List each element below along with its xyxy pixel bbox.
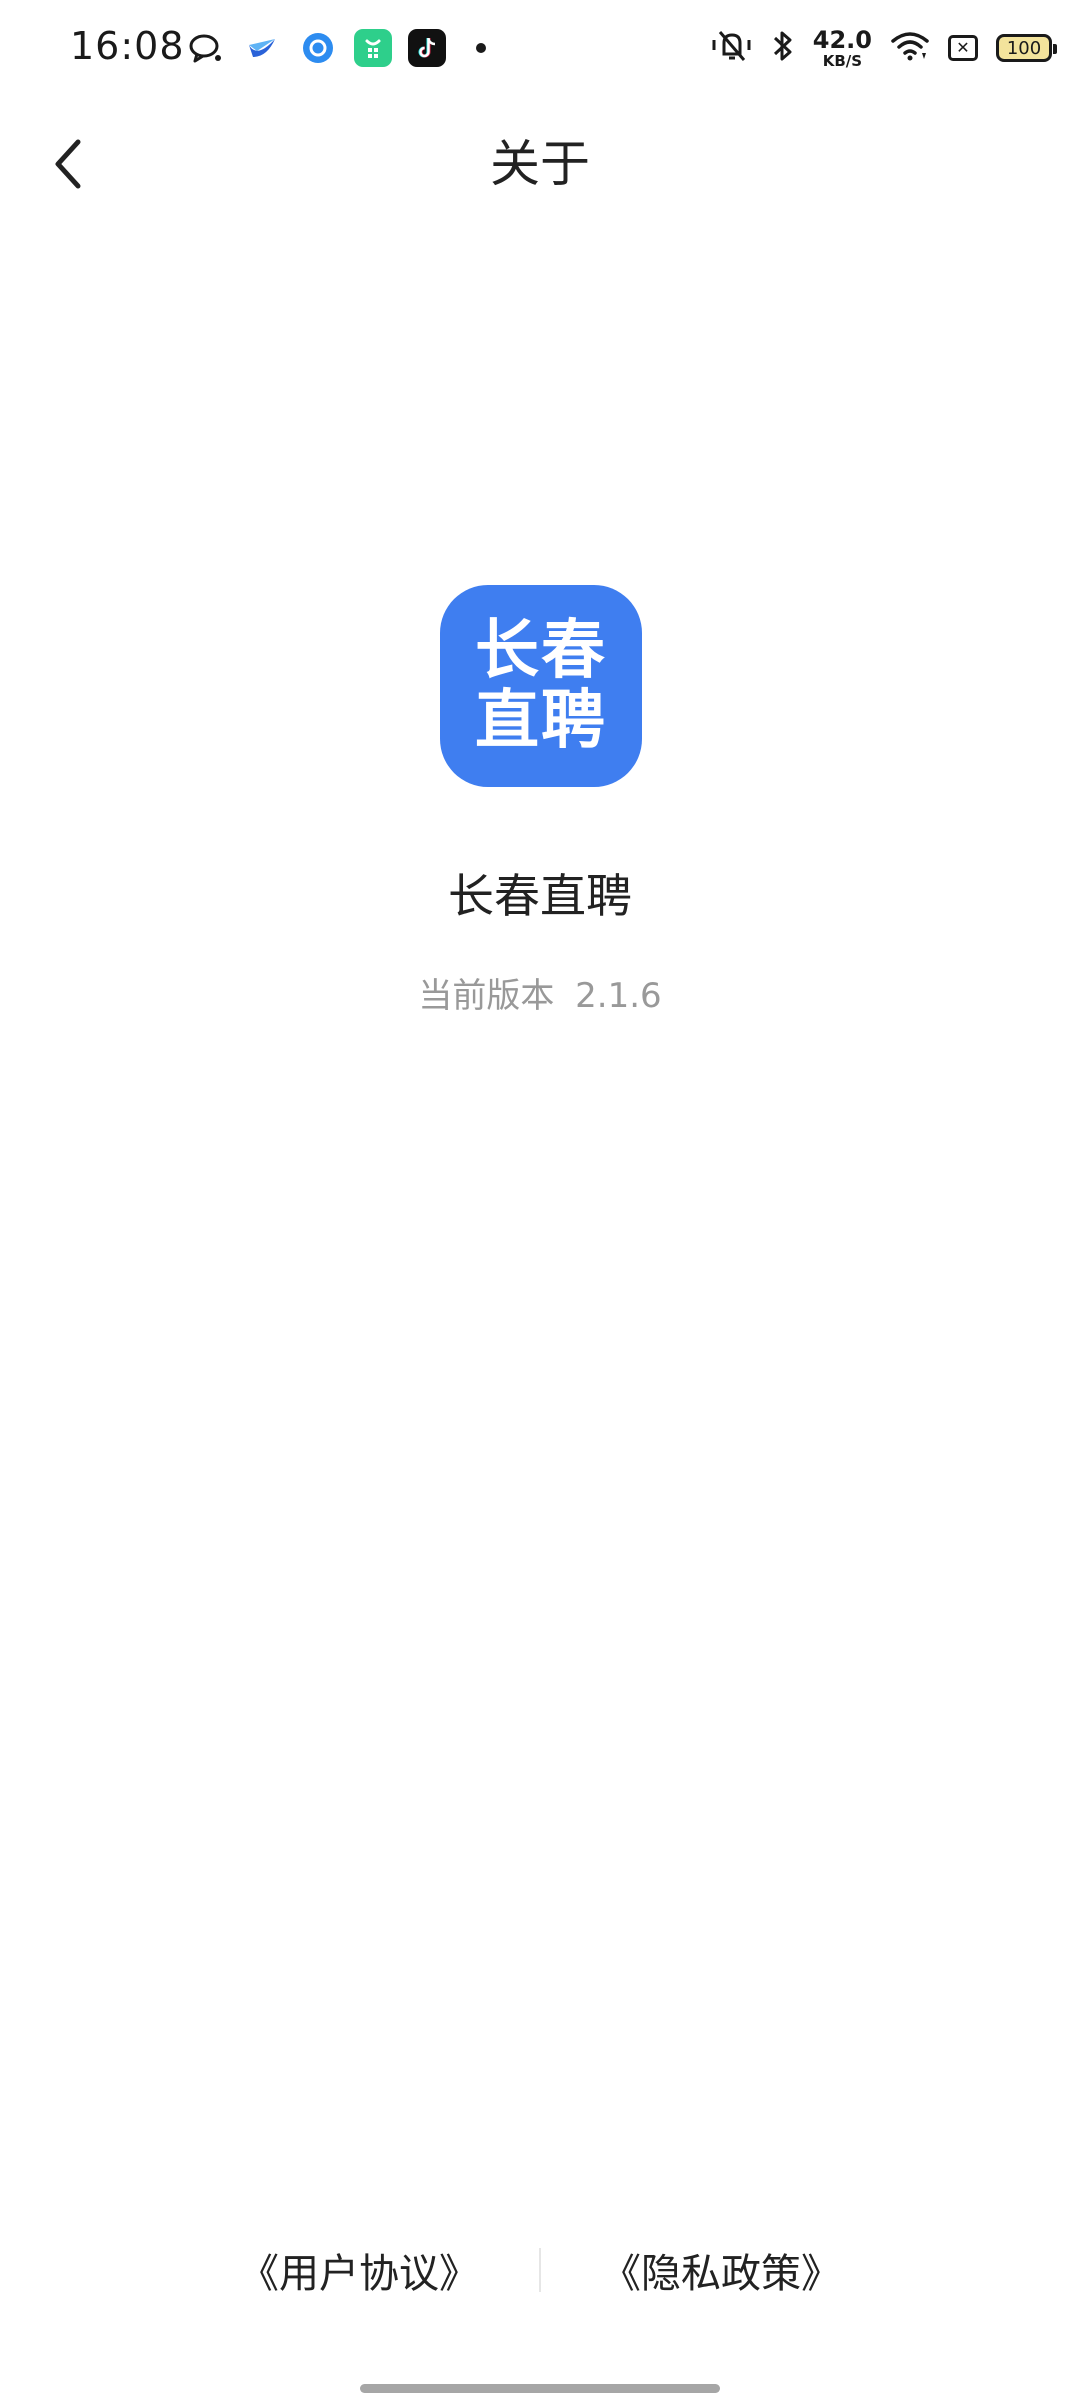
privacy-policy-link[interactable]: 《隐私政策》	[581, 2241, 861, 2299]
home-indicator[interactable]	[360, 2384, 720, 2393]
status-time: 16:08	[70, 24, 185, 68]
app-logo-line-2: 直聘	[475, 684, 607, 758]
footer-divider	[539, 2248, 541, 2292]
page-title: 关于	[490, 135, 590, 193]
app-name: 长春直聘	[448, 869, 632, 923]
app-logo: 长春 直聘	[440, 585, 642, 787]
nav-bar: 关于	[0, 110, 1080, 220]
battery-level: 100	[1006, 37, 1042, 59]
bubble-chat-icon	[186, 28, 226, 68]
version-number: 2.1.6	[575, 976, 662, 1016]
blue-circle-app-icon	[298, 28, 338, 68]
tiktok-icon	[408, 29, 446, 67]
notification-icons	[186, 26, 486, 70]
status-bar: 16:08 42.0 KB/S ✕ 100	[0, 0, 1080, 96]
green-shopping-app-icon	[354, 29, 392, 67]
more-notifications-dot	[476, 43, 486, 53]
battery-icon: 100	[996, 34, 1057, 62]
network-speed-value: 42.0	[812, 25, 872, 54]
network-speed-unit: KB/S	[822, 51, 863, 70]
app-logo-line-1: 长春	[475, 614, 607, 688]
bluetooth-icon	[771, 28, 795, 68]
wifi-icon	[890, 29, 930, 67]
version-label: 当前版本	[418, 976, 555, 1016]
mute-icon	[711, 28, 753, 68]
sim-none-icon: ✕	[948, 35, 978, 61]
user-agreement-link[interactable]: 《用户协议》	[219, 2241, 499, 2299]
system-status-icons: 42.0 KB/S ✕ 100	[711, 24, 1057, 72]
app-version: 当前版本 2.1.6	[0, 968, 1080, 1017]
network-speed: 42.0 KB/S	[813, 28, 872, 69]
about-screen: 16:08 42.0 KB/S ✕ 100 关于 长春 直聘 长春直聘 当前版本…	[0, 0, 1080, 2400]
blue-bird-app-icon	[242, 28, 282, 68]
footer-links: 《用户协议》 《隐私政策》	[0, 2240, 1080, 2300]
